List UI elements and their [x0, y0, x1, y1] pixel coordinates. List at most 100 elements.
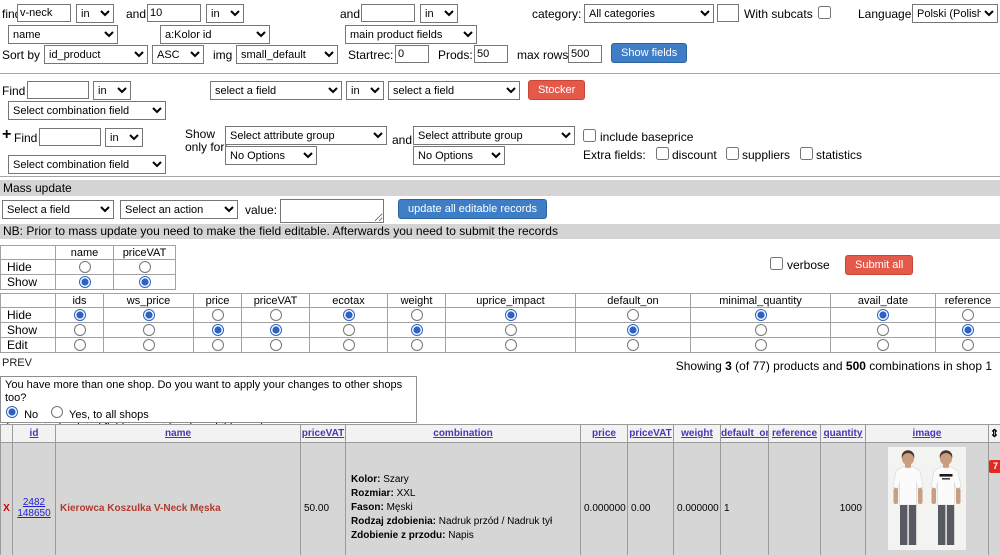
search-scope-select[interactable]: main product fields	[345, 25, 477, 44]
col-header-price[interactable]: price	[581, 425, 628, 443]
combination-priceVAT-hide-radio[interactable]	[270, 309, 282, 321]
find-input-2[interactable]	[147, 4, 201, 22]
combo-find-input[interactable]	[27, 81, 89, 99]
combination-minimal_quantity-show-radio[interactable]	[755, 324, 767, 336]
product-priceVAT-hide-radio[interactable]	[139, 261, 151, 273]
category-id-input[interactable]	[717, 4, 739, 22]
attribute-options-select-1[interactable]: No Options	[225, 146, 317, 165]
product-name-show-radio[interactable]	[79, 276, 91, 288]
combination-ids-edit-radio[interactable]	[74, 339, 86, 351]
combo-find-in-select[interactable]: in	[93, 81, 131, 100]
col-header-weight[interactable]: weight	[674, 425, 721, 443]
mass-action-select[interactable]: Select an action	[120, 200, 238, 219]
statistics-checkbox[interactable]	[800, 147, 813, 160]
combination-field-select-2[interactable]: Select combination field	[8, 155, 166, 174]
attribute-options-select-2[interactable]: No Options	[413, 146, 505, 165]
combination-uprice_impact-hide-radio[interactable]	[505, 309, 517, 321]
mass-value-textarea[interactable]	[280, 199, 384, 223]
max-rows-input[interactable]	[568, 45, 602, 63]
sort-direction-select[interactable]: ASC	[152, 45, 204, 64]
find-in-select-3[interactable]: in	[420, 4, 458, 23]
combination-weight-edit-radio[interactable]	[411, 339, 423, 351]
startrec-input[interactable]	[395, 45, 429, 63]
add-filter-row-icon[interactable]: +	[2, 126, 11, 144]
img-size-select[interactable]: small_default	[236, 45, 338, 64]
col-header-default-on[interactable]: default_on	[721, 425, 769, 443]
product-priceVAT-show-radio[interactable]	[139, 276, 151, 288]
stocker-button[interactable]: Stocker	[528, 80, 585, 100]
combination-priceVAT-show-radio[interactable]	[270, 324, 282, 336]
combination-ids-hide-radio[interactable]	[74, 309, 86, 321]
combination-ecotax-hide-radio[interactable]	[343, 309, 355, 321]
col-header-name[interactable]: name	[56, 425, 301, 443]
combo-find2-input[interactable]	[39, 128, 101, 146]
col-header-pricevat[interactable]: priceVAT	[301, 425, 346, 443]
col-header-combination[interactable]: combination	[346, 425, 581, 443]
show-fields-button[interactable]: Show fields	[611, 43, 687, 63]
select-a-field-in[interactable]: in	[346, 81, 384, 100]
combination-reference-hide-radio[interactable]	[962, 309, 974, 321]
sort-icon[interactable]: ⇕	[989, 425, 1000, 443]
combination-weight-hide-radio[interactable]	[411, 309, 423, 321]
combination-ecotax-edit-radio[interactable]	[343, 339, 355, 351]
combination-price-edit-radio[interactable]	[212, 339, 224, 351]
submit-all-button[interactable]: Submit all	[845, 255, 913, 275]
search-field-select-2[interactable]: a:Kolor id	[160, 25, 270, 44]
combination-uprice_impact-edit-radio[interactable]	[505, 339, 517, 351]
prods-input[interactable]	[474, 45, 508, 63]
update-all-button[interactable]: update all editable records	[398, 199, 547, 219]
combination-default_on-hide-radio[interactable]	[627, 309, 639, 321]
select-a-field-2[interactable]: select a field	[388, 81, 520, 100]
combination-ws_price-show-radio[interactable]	[143, 324, 155, 336]
combination-avail_date-hide-radio[interactable]	[877, 309, 889, 321]
combination-ws_price-edit-radio[interactable]	[143, 339, 155, 351]
combo-find2-in-select[interactable]: in	[105, 128, 143, 147]
verbose-checkbox[interactable]	[770, 257, 783, 270]
col-header-image[interactable]: image	[866, 425, 989, 443]
col-header-pricevat2[interactable]: priceVAT	[628, 425, 674, 443]
combination-ids-show-radio[interactable]	[74, 324, 86, 336]
product-image[interactable]	[888, 447, 966, 550]
attribute-group-select-2[interactable]: Select attribute group	[413, 126, 575, 145]
find-in-select-1[interactable]: in	[76, 4, 114, 23]
find-input-1[interactable]	[17, 4, 71, 22]
combination-ecotax-show-radio[interactable]	[343, 324, 355, 336]
combination-avail_date-show-radio[interactable]	[877, 324, 889, 336]
combination-reference-edit-radio[interactable]	[962, 339, 974, 351]
mass-field-select[interactable]: Select a field	[2, 200, 114, 219]
language-select[interactable]: Polski (Polish)	[912, 4, 998, 23]
product-name-hide-radio[interactable]	[79, 261, 91, 273]
select-a-field-1[interactable]: select a field	[210, 81, 342, 100]
with-subcats-checkbox[interactable]	[818, 6, 831, 19]
combination-uprice_impact-show-radio[interactable]	[505, 324, 517, 336]
combination-avail_date-edit-radio[interactable]	[877, 339, 889, 351]
shop-no-radio[interactable]	[6, 406, 18, 418]
sort-field-select[interactable]: id_product	[44, 45, 148, 64]
combination-price-show-radio[interactable]	[212, 324, 224, 336]
combination-ws_price-hide-radio[interactable]	[143, 309, 155, 321]
combination-minimal_quantity-edit-radio[interactable]	[755, 339, 767, 351]
suppliers-checkbox[interactable]	[726, 147, 739, 160]
find-input-3[interactable]	[361, 4, 415, 22]
combination-weight-show-radio[interactable]	[411, 324, 423, 336]
search-field-select-1[interactable]: name	[8, 25, 118, 44]
combination-minimal_quantity-hide-radio[interactable]	[755, 309, 767, 321]
category-select[interactable]: All categories	[584, 4, 714, 23]
combination-reference-show-radio[interactable]	[962, 324, 974, 336]
combination-price-hide-radio[interactable]	[212, 309, 224, 321]
combination-priceVAT-edit-radio[interactable]	[270, 339, 282, 351]
col-header-reference[interactable]: reference	[769, 425, 821, 443]
combination-id-link[interactable]: 148650	[13, 508, 55, 519]
combination-default_on-edit-radio[interactable]	[627, 339, 639, 351]
shop-yes-radio[interactable]	[51, 406, 63, 418]
prev-link[interactable]: PREV	[2, 357, 32, 369]
include-baseprice-checkbox[interactable]	[583, 129, 596, 142]
attribute-group-select-1[interactable]: Select attribute group	[225, 126, 387, 145]
delete-row-button[interactable]: X	[1, 443, 13, 555]
discount-checkbox[interactable]	[656, 147, 669, 160]
row-action-icon[interactable]: 7	[989, 460, 1000, 473]
product-id-link[interactable]: 2482	[13, 497, 55, 508]
combination-default_on-show-radio[interactable]	[627, 324, 639, 336]
combination-field-select-1[interactable]: Select combination field	[8, 101, 166, 120]
col-header-id[interactable]: id	[13, 425, 56, 443]
